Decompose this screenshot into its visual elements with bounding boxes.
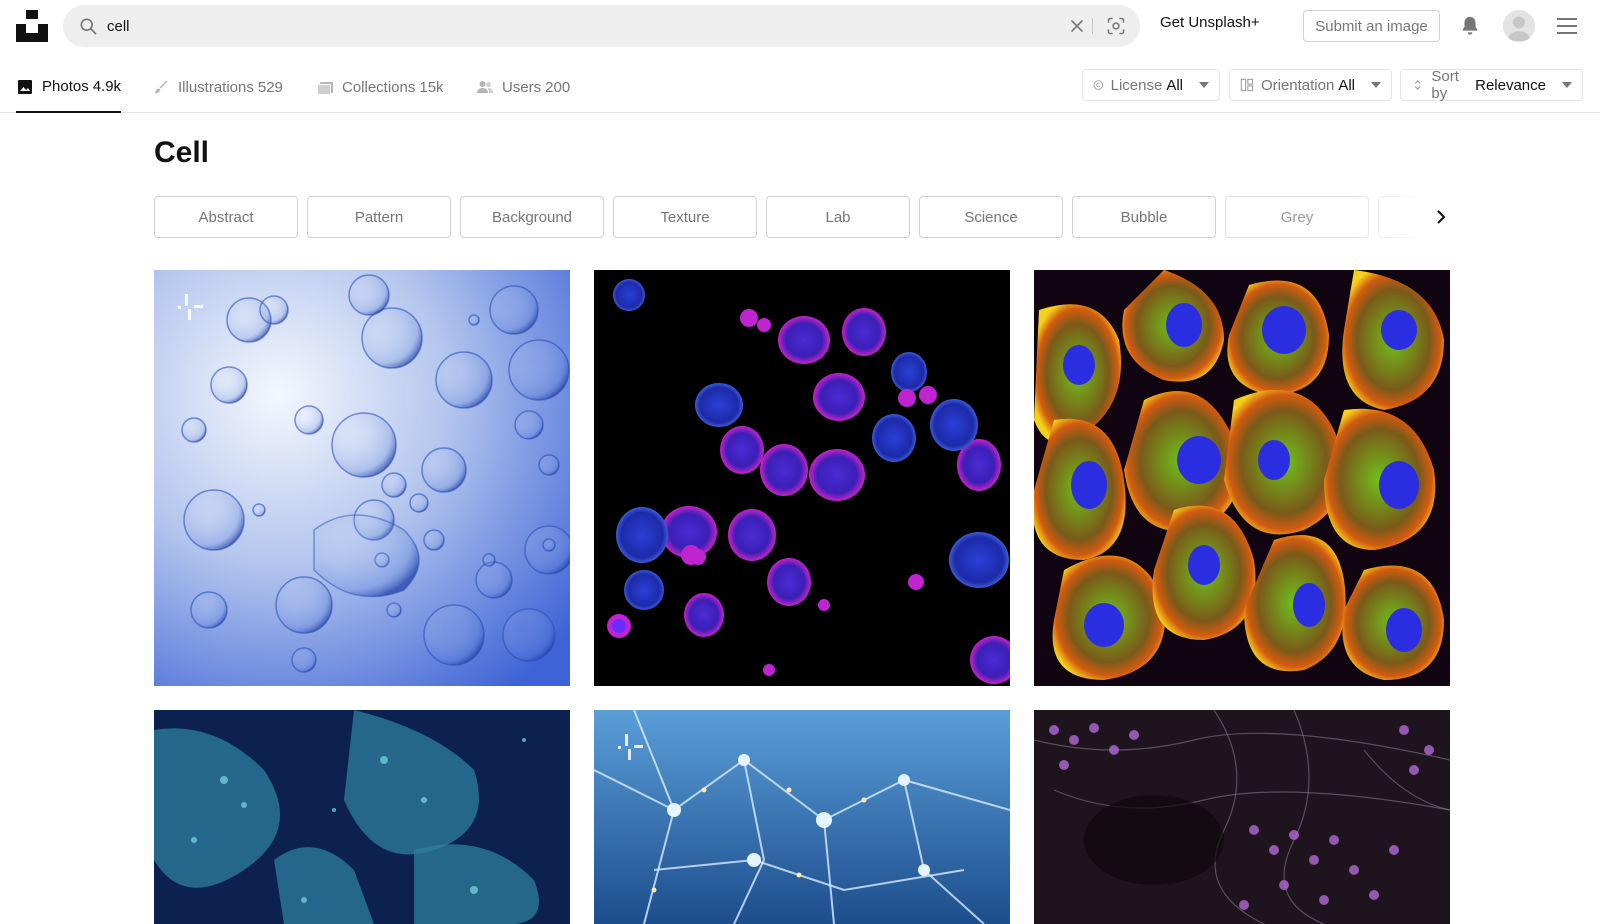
visual-search-icon[interactable]	[1106, 16, 1126, 36]
chevron-down-icon	[1199, 82, 1209, 88]
tab-users[interactable]: Users 200	[476, 62, 570, 112]
photo-nuclei	[594, 270, 1010, 686]
unsplash-logo[interactable]	[16, 10, 48, 42]
search-divider	[1092, 18, 1093, 34]
related-chip[interactable]: Lab	[766, 196, 910, 238]
sort-icon	[1414, 80, 1421, 90]
photo-card[interactable]	[154, 710, 570, 924]
chevron-right-icon[interactable]	[1431, 207, 1451, 227]
hamburger-menu-icon[interactable]	[1556, 16, 1578, 36]
filter-label: Sort by	[1431, 68, 1459, 102]
related-chip[interactable]: Texture	[613, 196, 757, 238]
filter-value: Relevance	[1475, 76, 1546, 94]
photo-card[interactable]	[1034, 710, 1450, 924]
search-icon[interactable]	[78, 16, 98, 36]
tab-label: Collections	[342, 78, 416, 96]
top-bar: Get Unsplash+ Submit an image	[0, 0, 1600, 52]
get-unsplash-plus-link[interactable]: Get Unsplash+	[1160, 14, 1260, 31]
related-chip[interactable]: Background	[460, 196, 604, 238]
unsplash-plus-icon	[178, 294, 203, 320]
search-tabs-row: Photos 4.9k Illustrations 529 Collection…	[0, 62, 1600, 113]
license-filter[interactable]: License All	[1082, 69, 1220, 101]
related-searches: Abstract Pattern Background Texture Lab …	[154, 196, 1450, 238]
tab-label: Photos	[42, 78, 89, 95]
photo-purple-tissue	[1034, 710, 1450, 924]
submit-image-button[interactable]: Submit an image	[1303, 10, 1440, 42]
photo-teal-cells	[154, 710, 570, 924]
filter-label: Orientation	[1260, 76, 1335, 94]
search-input[interactable]	[107, 5, 1007, 47]
notification-bell-icon[interactable]	[1459, 14, 1481, 38]
photo-icon	[18, 79, 32, 94]
page-title: Cell	[154, 136, 210, 169]
collections-icon	[317, 82, 333, 95]
search-bar	[63, 5, 1140, 47]
orientation-icon	[1240, 78, 1254, 92]
related-chip[interactable]: Science	[919, 196, 1063, 238]
unsplash-plus-icon	[618, 734, 643, 760]
tab-count: 200	[545, 78, 571, 96]
photo-card[interactable]	[594, 270, 1010, 686]
tab-count: 4.9k	[92, 78, 122, 95]
photo-fluorescent-cells	[1034, 270, 1450, 686]
avatar-placeholder-icon	[1503, 10, 1535, 42]
filter-value: All	[1166, 76, 1183, 94]
brush-icon	[155, 80, 168, 94]
related-chip[interactable]: Pattern	[307, 196, 451, 238]
photo-neurons	[594, 710, 1010, 924]
tab-collections[interactable]: Collections 15k	[316, 62, 444, 112]
filter-label: License	[1110, 76, 1163, 94]
chevron-down-icon	[1371, 82, 1381, 88]
photo-bubbles	[154, 270, 570, 686]
related-chip[interactable]: Grey	[1225, 196, 1369, 238]
photo-card[interactable]	[594, 710, 1010, 924]
user-avatar[interactable]	[1503, 10, 1535, 42]
clear-search-icon[interactable]	[1069, 18, 1085, 34]
photo-card[interactable]	[154, 270, 570, 686]
sort-filter[interactable]: Sort by Relevance	[1400, 68, 1583, 102]
tab-label: Users	[502, 78, 542, 96]
tab-photos[interactable]: Photos 4.9k	[16, 62, 122, 113]
tab-illustrations[interactable]: Illustrations 529	[152, 62, 283, 112]
tab-label: Illustrations	[178, 78, 254, 96]
tab-count: 15k	[419, 78, 444, 96]
related-chip[interactable]: Bubble	[1072, 196, 1216, 238]
orientation-filter[interactable]: Orientation All	[1229, 69, 1392, 101]
license-icon	[1093, 80, 1104, 90]
related-chip[interactable]: Abstract	[154, 196, 298, 238]
chevron-down-icon	[1562, 82, 1572, 88]
tab-count: 529	[257, 78, 283, 96]
filter-value: All	[1338, 76, 1355, 94]
users-icon	[477, 81, 493, 93]
photo-card[interactable]	[1034, 270, 1450, 686]
